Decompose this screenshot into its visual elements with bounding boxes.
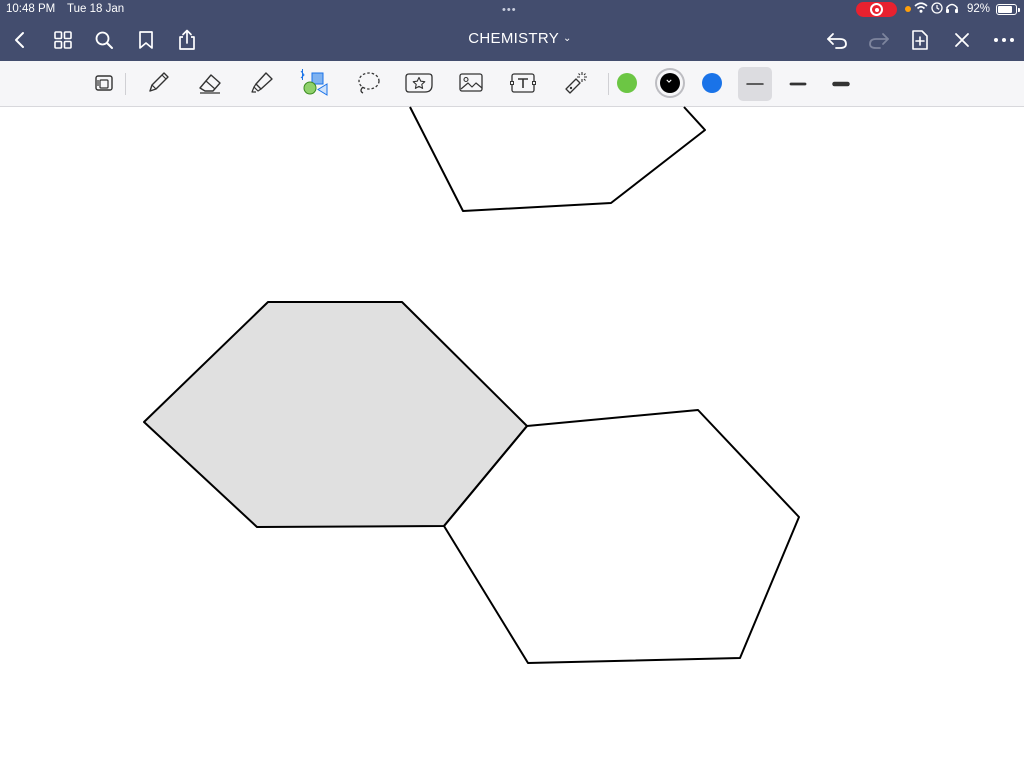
text-icon: [510, 73, 536, 93]
pen-icon: [149, 72, 169, 92]
hexagon-shaded[interactable]: [143, 301, 528, 528]
lasso-tool[interactable]: [352, 67, 384, 99]
search-button[interactable]: [90, 26, 118, 54]
canvas-drawing: [143, 106, 800, 664]
undo-button[interactable]: [823, 26, 851, 54]
record-icon: [870, 3, 883, 16]
sticker-tool[interactable]: [403, 67, 435, 99]
add-page-icon: [912, 30, 928, 50]
drawing-canvas[interactable]: [0, 106, 1024, 768]
pen-tool[interactable]: [142, 67, 174, 99]
grid-view-button[interactable]: [49, 26, 77, 54]
microphone-in-use-dot: [905, 6, 911, 12]
bookmark-icon: [139, 31, 153, 49]
close-button[interactable]: [948, 26, 976, 54]
status-date: Tue 18 Jan: [67, 3, 125, 15]
highlighter-tool[interactable]: [246, 67, 278, 99]
color-swatch-blue[interactable]: [702, 73, 722, 93]
thin-line-icon: [746, 83, 764, 85]
battery-percent: 92%: [967, 3, 991, 15]
share-button[interactable]: [173, 26, 201, 54]
shapes-tool[interactable]: [298, 67, 330, 99]
document-title-button[interactable]: CHEMISTRY ⌄: [440, 30, 600, 47]
laser-pointer-icon: [565, 72, 587, 94]
back-button[interactable]: [6, 26, 34, 54]
text-tool[interactable]: [507, 67, 539, 99]
color-swatch-black[interactable]: [660, 73, 680, 93]
app-header: 10:48 PM Tue 18 Jan ••• 92% CHEMISTRY ⌄: [0, 0, 1024, 61]
color-swatch-green[interactable]: [617, 73, 637, 93]
eraser-icon: [199, 74, 221, 94]
page-view-button[interactable]: [89, 67, 121, 99]
redo-button[interactable]: [865, 26, 893, 54]
stroke-thick-button[interactable]: [824, 67, 858, 101]
toolbar-divider: [125, 73, 126, 95]
search-icon: [95, 31, 113, 49]
image-icon: [459, 73, 483, 92]
laser-pointer-tool[interactable]: [560, 67, 592, 99]
wifi-icon: [914, 2, 958, 14]
status-icons: [914, 1, 964, 18]
drawing-toolbar: [0, 61, 1024, 107]
status-time: 10:48 PM: [6, 3, 56, 15]
more-button[interactable]: [990, 26, 1018, 54]
redo-icon: [869, 33, 889, 49]
stroke-thin-button[interactable]: [738, 67, 772, 101]
sticker-icon: [405, 73, 433, 93]
lasso-icon: [358, 72, 380, 94]
bookmark-button[interactable]: [132, 26, 160, 54]
chevron-down-icon: ⌄: [563, 33, 572, 44]
highlighter-icon: [251, 72, 273, 93]
medium-line-icon: [789, 82, 807, 86]
undo-icon: [827, 33, 847, 49]
thick-line-icon: [832, 81, 850, 87]
chevron-down-icon: [666, 79, 672, 83]
screen-recording-indicator[interactable]: [856, 2, 897, 17]
page-view-icon: [95, 75, 113, 91]
back-chevron-icon: [15, 32, 24, 48]
stroke-medium-button[interactable]: [781, 67, 815, 101]
more-icon: [994, 38, 1014, 42]
add-page-button[interactable]: [906, 26, 934, 54]
battery-icon: [996, 4, 1020, 15]
eraser-tool[interactable]: [194, 67, 226, 99]
document-title: CHEMISTRY: [468, 30, 560, 47]
share-icon: [179, 29, 195, 50]
multitasking-dots-icon[interactable]: •••: [502, 5, 517, 16]
grid-view-icon: [54, 31, 72, 49]
close-icon: [955, 33, 969, 47]
shapes-icon: [300, 69, 328, 96]
partial-hexagon-top[interactable]: [409, 106, 706, 212]
image-tool[interactable]: [455, 67, 487, 99]
toolbar-divider: [608, 73, 609, 95]
